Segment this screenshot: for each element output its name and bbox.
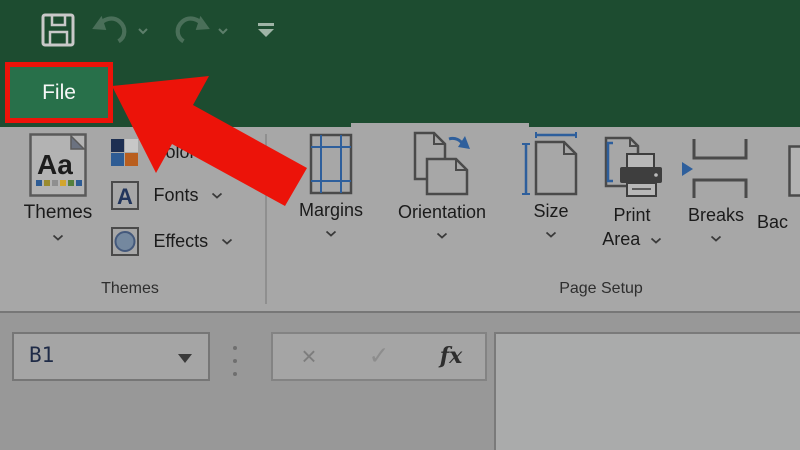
title-bar — [0, 0, 800, 60]
theme-effects-label: Effects — [153, 231, 208, 251]
background-label: Bac — [757, 212, 788, 233]
breaks-button[interactable]: Breaks — [680, 137, 752, 244]
formula-bar-separator — [233, 346, 237, 385]
breaks-icon — [682, 137, 750, 200]
print-area-button[interactable]: Print Area — [598, 136, 666, 250]
customize-qat-icon — [256, 22, 276, 39]
ribbon-tab-bar: Page Layout Home Insert Formulas Data — [0, 60, 800, 127]
undo-icon — [90, 14, 132, 46]
theme-effects-icon — [110, 226, 140, 257]
chevron-down-icon — [217, 27, 229, 35]
theme-fonts-label: Fonts — [153, 185, 198, 205]
chevron-down-icon — [710, 235, 722, 242]
theme-effects-button[interactable]: Effects — [110, 226, 233, 257]
margins-button[interactable]: Margins — [288, 133, 374, 239]
themes-button[interactable]: Aa Themes — [18, 133, 98, 242]
orientation-button[interactable]: Orientation — [383, 131, 501, 241]
chevron-down-icon — [545, 231, 557, 238]
chevron-down-icon — [325, 230, 337, 237]
margins-icon — [309, 133, 353, 195]
breaks-label: Breaks — [680, 205, 752, 226]
orientation-label: Orientation — [383, 202, 501, 223]
themes-group-label: Themes — [70, 280, 190, 298]
excel-window: Page Layout Home Insert Formulas Data Fi… — [0, 0, 800, 450]
name-box-dropdown-icon[interactable] — [178, 354, 192, 363]
formula-bar-buttons: × ✓ fx — [271, 332, 487, 381]
chevron-down-icon — [436, 232, 448, 239]
themes-label: Themes — [18, 202, 98, 224]
enter-button[interactable]: ✓ — [359, 334, 399, 379]
print-area-label-line2: Area — [602, 229, 640, 249]
themes-icon: Aa — [29, 133, 87, 197]
name-box-value: B1 — [29, 343, 54, 367]
theme-colors-icon — [110, 138, 139, 167]
orientation-icon — [412, 131, 472, 197]
chevron-down-icon — [650, 237, 662, 244]
theme-colors-button[interactable]: Colors — [110, 138, 204, 167]
margins-label: Margins — [288, 200, 374, 221]
size-icon — [522, 132, 580, 196]
chevron-down-icon — [211, 192, 223, 199]
save-icon — [41, 12, 75, 48]
theme-fonts-icon: A — [110, 180, 140, 211]
customize-quick-access-toolbar-button[interactable] — [256, 22, 276, 39]
chevron-down-icon — [221, 238, 233, 245]
cancel-button[interactable]: × — [289, 334, 329, 379]
chevron-down-icon — [52, 234, 64, 241]
background-button[interactable] — [788, 145, 800, 202]
print-area-label-line1: Print — [598, 205, 666, 226]
formula-bar-row: B1 × ✓ fx — [0, 311, 800, 450]
svg-text:A: A — [117, 184, 133, 209]
size-button[interactable]: Size — [519, 132, 583, 240]
group-divider — [265, 134, 267, 304]
svg-text:Aa: Aa — [37, 149, 73, 180]
ribbon: Aa Themes Colors — [0, 127, 800, 311]
undo-dropdown-button[interactable] — [136, 26, 150, 36]
background-icon — [788, 145, 800, 197]
undo-button[interactable] — [90, 14, 132, 46]
redo-icon — [170, 14, 212, 46]
tab-file[interactable]: File — [42, 81, 76, 105]
redo-dropdown-button[interactable] — [216, 26, 230, 36]
chevron-down-icon — [137, 27, 149, 35]
size-label: Size — [519, 201, 583, 222]
formula-bar-input[interactable] — [494, 332, 800, 450]
print-area-icon — [600, 136, 664, 200]
page-setup-group-label: Page Setup — [540, 280, 662, 298]
save-button[interactable] — [40, 12, 76, 48]
name-box[interactable]: B1 — [12, 332, 210, 381]
theme-fonts-button[interactable]: A Fonts — [110, 180, 223, 211]
redo-button[interactable] — [170, 14, 212, 46]
insert-function-button[interactable]: fx — [431, 334, 471, 379]
file-tab-highlight: File — [5, 62, 113, 123]
theme-colors-label: Colors — [152, 142, 204, 162]
